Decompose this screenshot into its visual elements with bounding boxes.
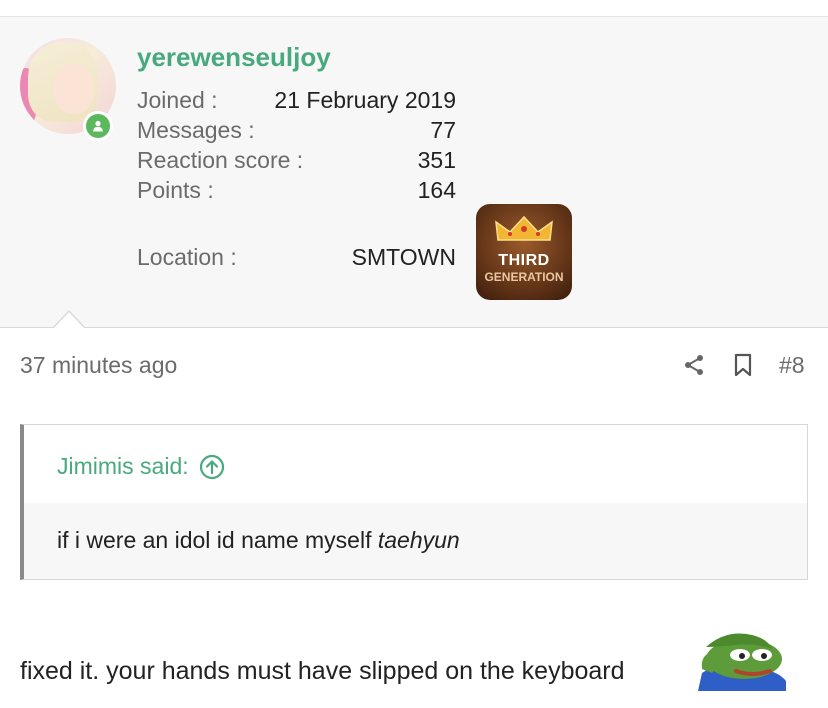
user-info-panel [0,16,828,328]
badge-title: THIRD [498,252,550,269]
quote-text: if i were an idol id name myself taehyun [57,527,460,554]
quote-header: Jimimis said: [24,425,807,503]
third-generation-badge: THIRD GENERATION [476,204,572,300]
quote-author-link[interactable]: Jimimis said: [57,453,225,480]
online-status-badge [83,111,113,141]
username-link[interactable]: yerewenseuljoy [137,42,331,73]
post-number-link[interactable]: #8 [779,352,805,379]
reaction-score-value: 351 [417,147,456,173]
badge-subtitle: GENERATION [484,270,564,284]
panel-pointer-inner [53,312,85,329]
arrow-up-circle-icon[interactable] [199,454,225,480]
joined-label: Joined : [137,87,218,113]
quote-author-text: Jimimis said: [57,453,189,479]
quote-text-plain: if i were an idol id name myself [57,527,378,553]
post-timestamp[interactable]: 37 minutes ago [20,352,177,379]
quote-text-italic: taehyun [377,527,460,553]
bookmark-icon[interactable] [733,353,753,377]
pepe-salute-emoji [698,633,786,691]
points-label: Points : [137,177,214,203]
quote-block: Jimimis said: if i were an idol id name … [20,424,808,580]
messages-label: Messages : [137,117,255,143]
share-icon[interactable] [683,354,705,376]
post-message: fixed it. your hands must have slipped o… [20,657,625,685]
points-value: 164 [417,177,456,203]
reaction-score-label: Reaction score : [137,147,304,173]
messages-value: 77 [430,117,456,143]
crown-icon [495,215,553,241]
quote-body: if i were an idol id name myself taehyun [24,503,807,579]
location-value[interactable]: SMTOWN [352,244,456,271]
person-icon [93,120,103,132]
joined-value: 21 February 2019 [274,87,456,113]
location-label: Location : [137,244,237,270]
